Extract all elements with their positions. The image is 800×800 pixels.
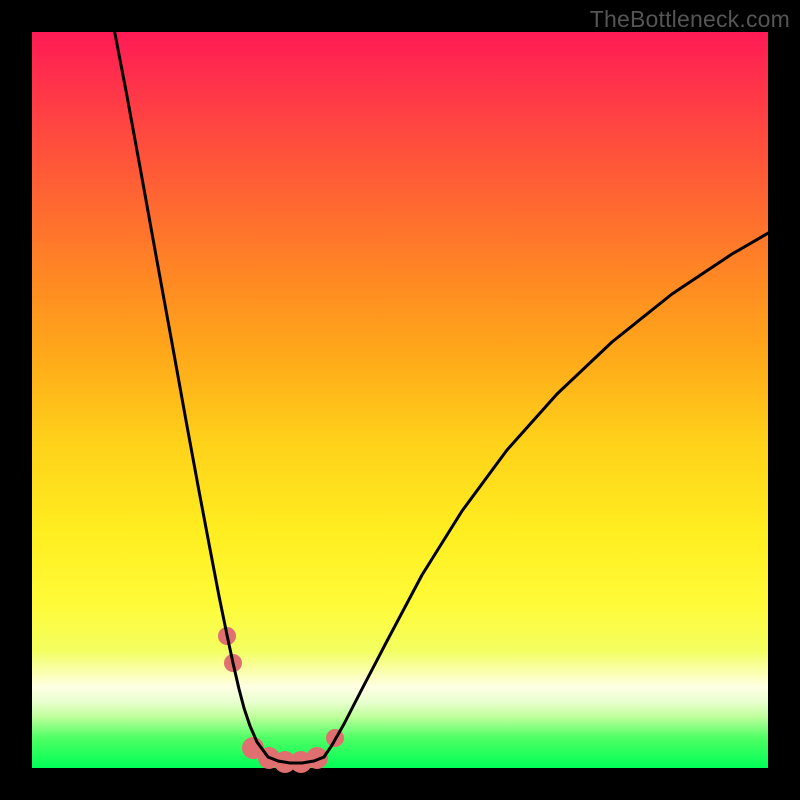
chart-svg (32, 32, 768, 768)
series-left-curve (111, 13, 268, 757)
plot-area (32, 32, 768, 768)
outer-frame: TheBottleneck.com (0, 0, 800, 800)
markers-layer (218, 627, 344, 773)
watermark-text: TheBottleneck.com (590, 6, 790, 33)
series-right-curve (324, 228, 777, 757)
lines-layer (111, 13, 777, 763)
